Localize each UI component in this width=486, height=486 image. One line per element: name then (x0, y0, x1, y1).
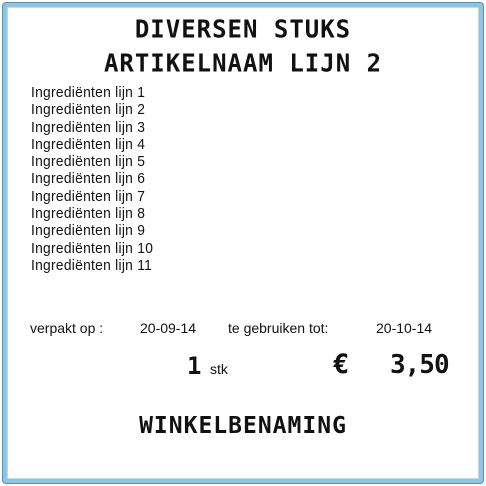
ingredient-line: Ingrediënten lijn 9 (31, 222, 146, 240)
ingredient-line: Ingrediënten lijn 11 (31, 256, 153, 274)
use-by-label: te gebruiken tot: (228, 320, 329, 336)
ingredient-line: Ingrediënten lijn 10 (31, 239, 154, 257)
quantity-value: 1 (187, 352, 202, 380)
use-by-date: 20-10-14 (376, 320, 433, 336)
ingredient-line: Ingrediënten lijn 3 (31, 118, 146, 136)
packed-on-date: 20-09-14 (140, 320, 197, 336)
currency-symbol: € (333, 349, 350, 380)
price-value: 3,50 (390, 350, 450, 380)
ingredient-line: Ingrediënten lijn 1 (31, 84, 146, 101)
ingredient-line: Ingrediënten lijn 2 (31, 101, 146, 119)
ingredients-list: Ingrediënten lijn 1 Ingrediënten lijn 2 … (31, 84, 164, 274)
ingredient-line: Ingrediënten lijn 8 (31, 205, 146, 223)
product-title-line-1: DIVERSEN STUKS (134, 14, 352, 44)
ingredient-line: Ingrediënten lijn 4 (31, 135, 146, 153)
product-title-line-2: ARTIKELNAAM LIJN 2 (103, 48, 383, 78)
ingredient-line: Ingrediënten lijn 7 (31, 187, 146, 205)
packed-on-label: verpakt op : (30, 320, 104, 336)
store-name: WINKELBENAMING (139, 413, 347, 439)
quantity-unit: stk (210, 361, 228, 377)
ingredient-line: Ingrediënten lijn 6 (31, 170, 146, 188)
ingredient-line: Ingrediënten lijn 5 (31, 153, 146, 171)
product-label: DIVERSEN STUKS ARTIKELNAAM LIJN 2 Ingred… (0, 0, 486, 486)
